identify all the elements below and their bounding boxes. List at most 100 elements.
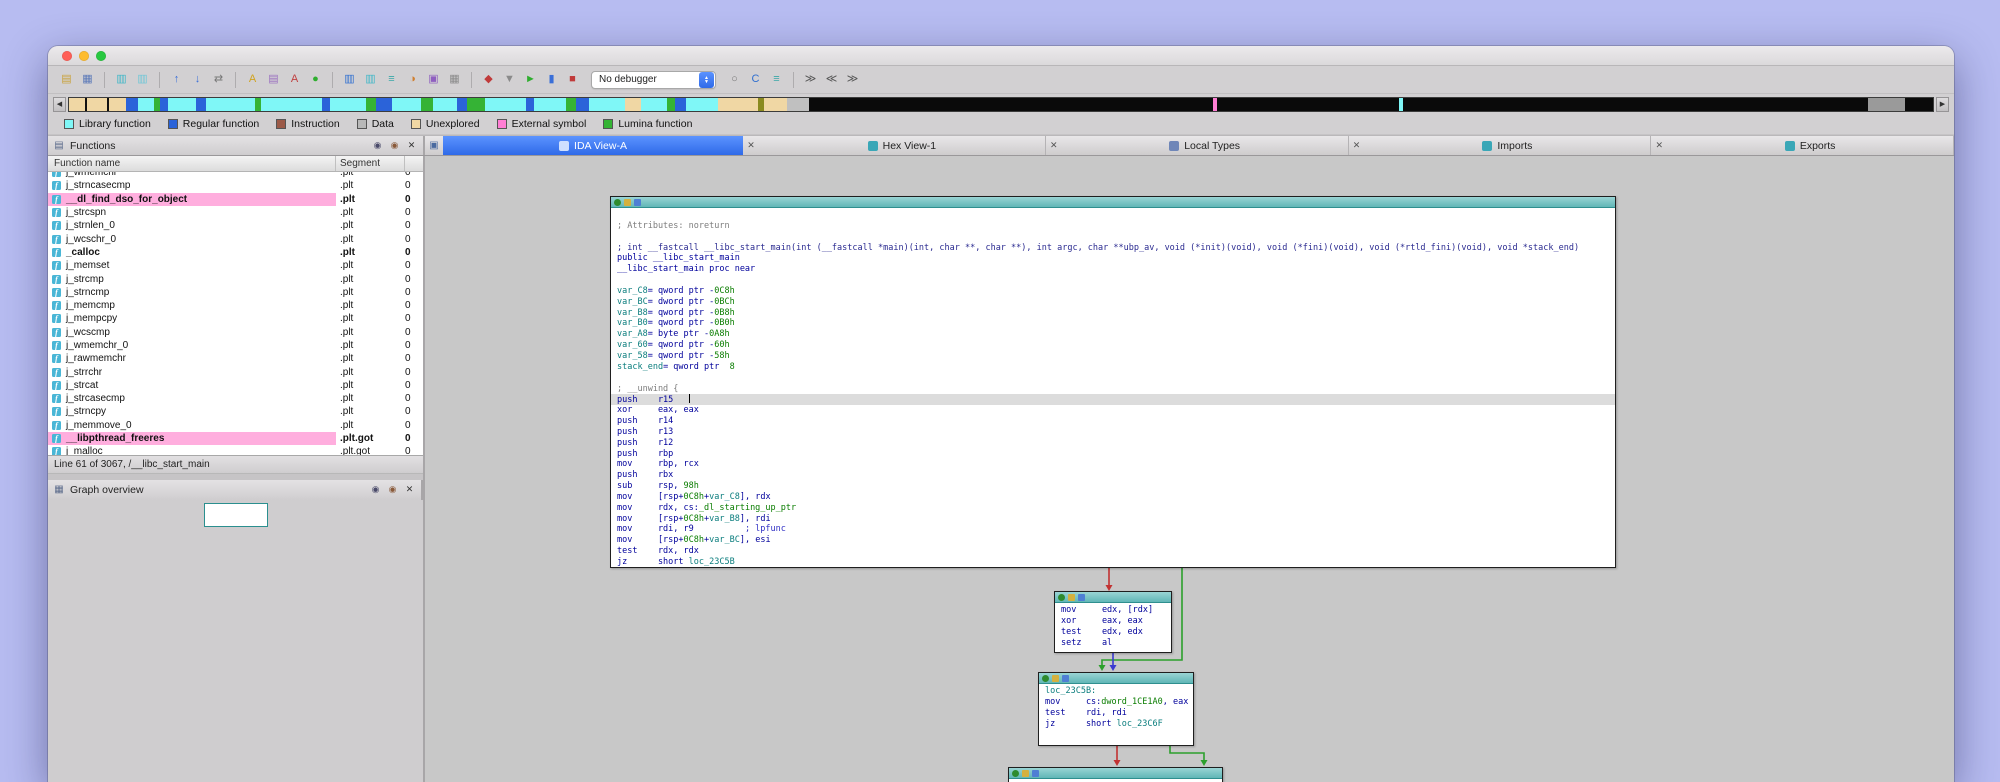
toolbar-break-diamond-icon[interactable]: ◆ bbox=[480, 71, 497, 88]
function-row[interactable]: fj_memset.plt0 bbox=[48, 259, 423, 272]
function-name-cell: fj_memcmp bbox=[48, 299, 336, 312]
code-line: push rbp bbox=[617, 449, 1615, 460]
function-row[interactable]: fj_wcschr_0.plt0 bbox=[48, 232, 423, 245]
code-line: push r15 bbox=[611, 394, 1615, 405]
overview-settings-icon[interactable]: ◉ bbox=[369, 483, 382, 496]
tab-close-icon[interactable]: ✕ bbox=[743, 136, 759, 155]
tab-hex-view-1[interactable]: Hex View-1 bbox=[759, 136, 1046, 155]
toolbar-swap-icon[interactable]: ⇄ bbox=[210, 71, 227, 88]
function-row[interactable]: f__libpthread_freeres.plt.got0 bbox=[48, 432, 423, 445]
toolbar-compiler-c-icon[interactable]: C bbox=[747, 71, 764, 88]
graph-node-titlebar[interactable] bbox=[1055, 592, 1171, 603]
toolbar-save-file-icon[interactable]: ▦ bbox=[79, 71, 96, 88]
navigation-band[interactable] bbox=[68, 97, 1934, 112]
toolbar-jump-down-icon[interactable]: ↓ bbox=[189, 71, 206, 88]
toolbar-name-a-icon[interactable]: A bbox=[286, 71, 303, 88]
toolbar-jump-up-icon[interactable]: ↑ bbox=[168, 71, 185, 88]
graph-node-entry[interactable]: ; Attributes: noreturn ; int __fastcall … bbox=[610, 196, 1616, 568]
toolbar-script-list-icon[interactable]: ≡ bbox=[768, 71, 785, 88]
function-row[interactable]: fj_mempcpy.plt0 bbox=[48, 312, 423, 325]
toolbar-pause-icon[interactable]: ▮ bbox=[543, 71, 560, 88]
toolbar-strings-icon[interactable]: ▤ bbox=[265, 71, 282, 88]
navband-right-arrow-icon[interactable]: ▶ bbox=[1936, 97, 1949, 112]
column-segment[interactable]: Segment bbox=[336, 156, 405, 171]
dropdown-stepper-icon[interactable]: ▲▼ bbox=[699, 72, 714, 88]
function-row[interactable]: f_calloc.plt0 bbox=[48, 246, 423, 259]
toolbar-chart-pie-icon[interactable]: ◑ bbox=[404, 71, 421, 88]
graph-node-loc-23C5B[interactable]: loc_23C5B:mov cs:dword_1CE1A0, eaxtest r… bbox=[1038, 672, 1194, 746]
function-name-cell: fj_wcschr_0 bbox=[48, 232, 336, 245]
toolbar-chart-bars-icon[interactable]: ▥ bbox=[341, 71, 358, 88]
tab-dock-icon[interactable]: ▣ bbox=[425, 136, 443, 155]
panel-pin-icon[interactable]: ◉ bbox=[388, 139, 401, 152]
function-row[interactable]: fj_strnlen_0.plt0 bbox=[48, 219, 423, 232]
toolbar-doc-1-icon[interactable]: ▥ bbox=[113, 71, 130, 88]
minimize-window-button[interactable] bbox=[79, 51, 89, 61]
function-row[interactable]: fj_strrchr.plt0 bbox=[48, 365, 423, 378]
overview-pin-icon[interactable]: ◉ bbox=[386, 483, 399, 496]
toolbar-list-icon[interactable]: ≡ bbox=[383, 71, 400, 88]
graph-overview-minimap[interactable] bbox=[204, 503, 268, 527]
graph-node-titlebar[interactable] bbox=[611, 197, 1615, 208]
toolbar-step-down-icon[interactable]: ▼ bbox=[501, 71, 518, 88]
toolbar-ascii-a-icon[interactable]: A bbox=[244, 71, 261, 88]
graph-node-titlebar[interactable] bbox=[1039, 673, 1193, 684]
zoom-window-button[interactable] bbox=[96, 51, 106, 61]
graph-node-fallthrough[interactable]: mov edx, [rdx]xor eax, eaxtest edx, edxs… bbox=[1054, 591, 1172, 653]
function-row[interactable]: fj_malloc.plt.got0 bbox=[48, 445, 423, 454]
function-row[interactable]: fj_strncasecmp.plt0 bbox=[48, 179, 423, 192]
function-row[interactable]: fj_memmove_0.plt0 bbox=[48, 419, 423, 432]
legend-item: Unexplored bbox=[411, 118, 480, 130]
tab-close-icon[interactable]: ✕ bbox=[1651, 136, 1667, 155]
function-row[interactable]: fj_wmemchr_0.plt0 bbox=[48, 339, 423, 352]
toolbar-structs-icon[interactable]: ▣ bbox=[425, 71, 442, 88]
toolbar-segments-icon[interactable]: ▦ bbox=[446, 71, 463, 88]
toolbar-indent-3-icon[interactable]: ≫ bbox=[844, 71, 861, 88]
node-run-icon bbox=[1042, 675, 1049, 682]
graph-node-titlebar[interactable] bbox=[1009, 768, 1222, 779]
overview-close-icon[interactable]: ✕ bbox=[403, 483, 416, 496]
function-row[interactable]: fj_strncmp.plt0 bbox=[48, 286, 423, 299]
toolbar-chart-flow-icon[interactable]: ▥ bbox=[362, 71, 379, 88]
function-row[interactable]: fj_memcmp.plt0 bbox=[48, 299, 423, 312]
legend-swatch bbox=[276, 119, 286, 129]
tab-local-types[interactable]: Local Types bbox=[1062, 136, 1349, 155]
function-row[interactable]: fj_strcmp.plt0 bbox=[48, 272, 423, 285]
function-name-cell: fj_strnlen_0 bbox=[48, 219, 336, 232]
toolbar-open-file-icon[interactable]: ▤ bbox=[58, 71, 75, 88]
navband-left-arrow-icon[interactable]: ◀ bbox=[53, 97, 66, 112]
panel-settings-icon[interactable]: ◉ bbox=[371, 139, 384, 152]
toolbar-indent-2-icon[interactable]: ≪ bbox=[823, 71, 840, 88]
titlebar[interactable] bbox=[48, 46, 1954, 66]
toolbar-doc-2-icon[interactable]: ▥ bbox=[134, 71, 151, 88]
panel-close-icon[interactable]: ✕ bbox=[405, 139, 418, 152]
functions-panel-header[interactable]: ▤ Functions ◉ ◉ ✕ bbox=[48, 136, 425, 155]
column-function-name[interactable]: Function name bbox=[48, 156, 336, 171]
graph-overview-header[interactable]: ▦ Graph overview ◉ ◉ ✕ bbox=[48, 480, 423, 500]
tab-exports[interactable]: Exports bbox=[1667, 136, 1954, 155]
function-row[interactable]: fj_strcspn.plt0 bbox=[48, 206, 423, 219]
toolbar-run-icon[interactable]: ► bbox=[522, 71, 539, 88]
functions-list[interactable]: fj_wmemchr.plt0fj_strncasecmp.plt0f__dl_… bbox=[48, 172, 423, 455]
function-row[interactable]: fj_wcscmp.plt0 bbox=[48, 326, 423, 339]
tab-close-icon[interactable]: ✕ bbox=[1046, 136, 1062, 155]
legend-swatch bbox=[603, 119, 613, 129]
function-row[interactable]: fj_rawmemchr.plt0 bbox=[48, 352, 423, 365]
function-row[interactable]: fj_strcasecmp.plt0 bbox=[48, 392, 423, 405]
close-window-button[interactable] bbox=[62, 51, 72, 61]
function-row[interactable]: f__dl_find_dso_for_object.plt0 bbox=[48, 193, 423, 206]
graph-view-canvas[interactable]: ; Attributes: noreturn ; int __fastcall … bbox=[425, 156, 1954, 782]
tab-imports[interactable]: Imports bbox=[1365, 136, 1652, 155]
debugger-select[interactable]: No debugger ▲▼ bbox=[591, 71, 716, 89]
function-row[interactable]: fj_strcat.plt0 bbox=[48, 379, 423, 392]
toolbar-indent-1-icon[interactable]: ≫ bbox=[802, 71, 819, 88]
function-row[interactable]: fj_wmemchr.plt0 bbox=[48, 172, 423, 179]
tab-close-icon[interactable]: ✕ bbox=[1349, 136, 1365, 155]
toolbar-enable-dot-icon[interactable]: ● bbox=[307, 71, 324, 88]
function-row[interactable]: fj_strncpy.plt0 bbox=[48, 405, 423, 418]
graph-node-partial[interactable] bbox=[1008, 767, 1223, 782]
tab-ida-view-a[interactable]: IDA View-A bbox=[443, 136, 743, 155]
toolbar-stop-icon[interactable]: ■ bbox=[564, 71, 581, 88]
toolbar-trace-circle-icon[interactable]: ○ bbox=[726, 71, 743, 88]
graph-overview-body[interactable] bbox=[48, 500, 423, 782]
